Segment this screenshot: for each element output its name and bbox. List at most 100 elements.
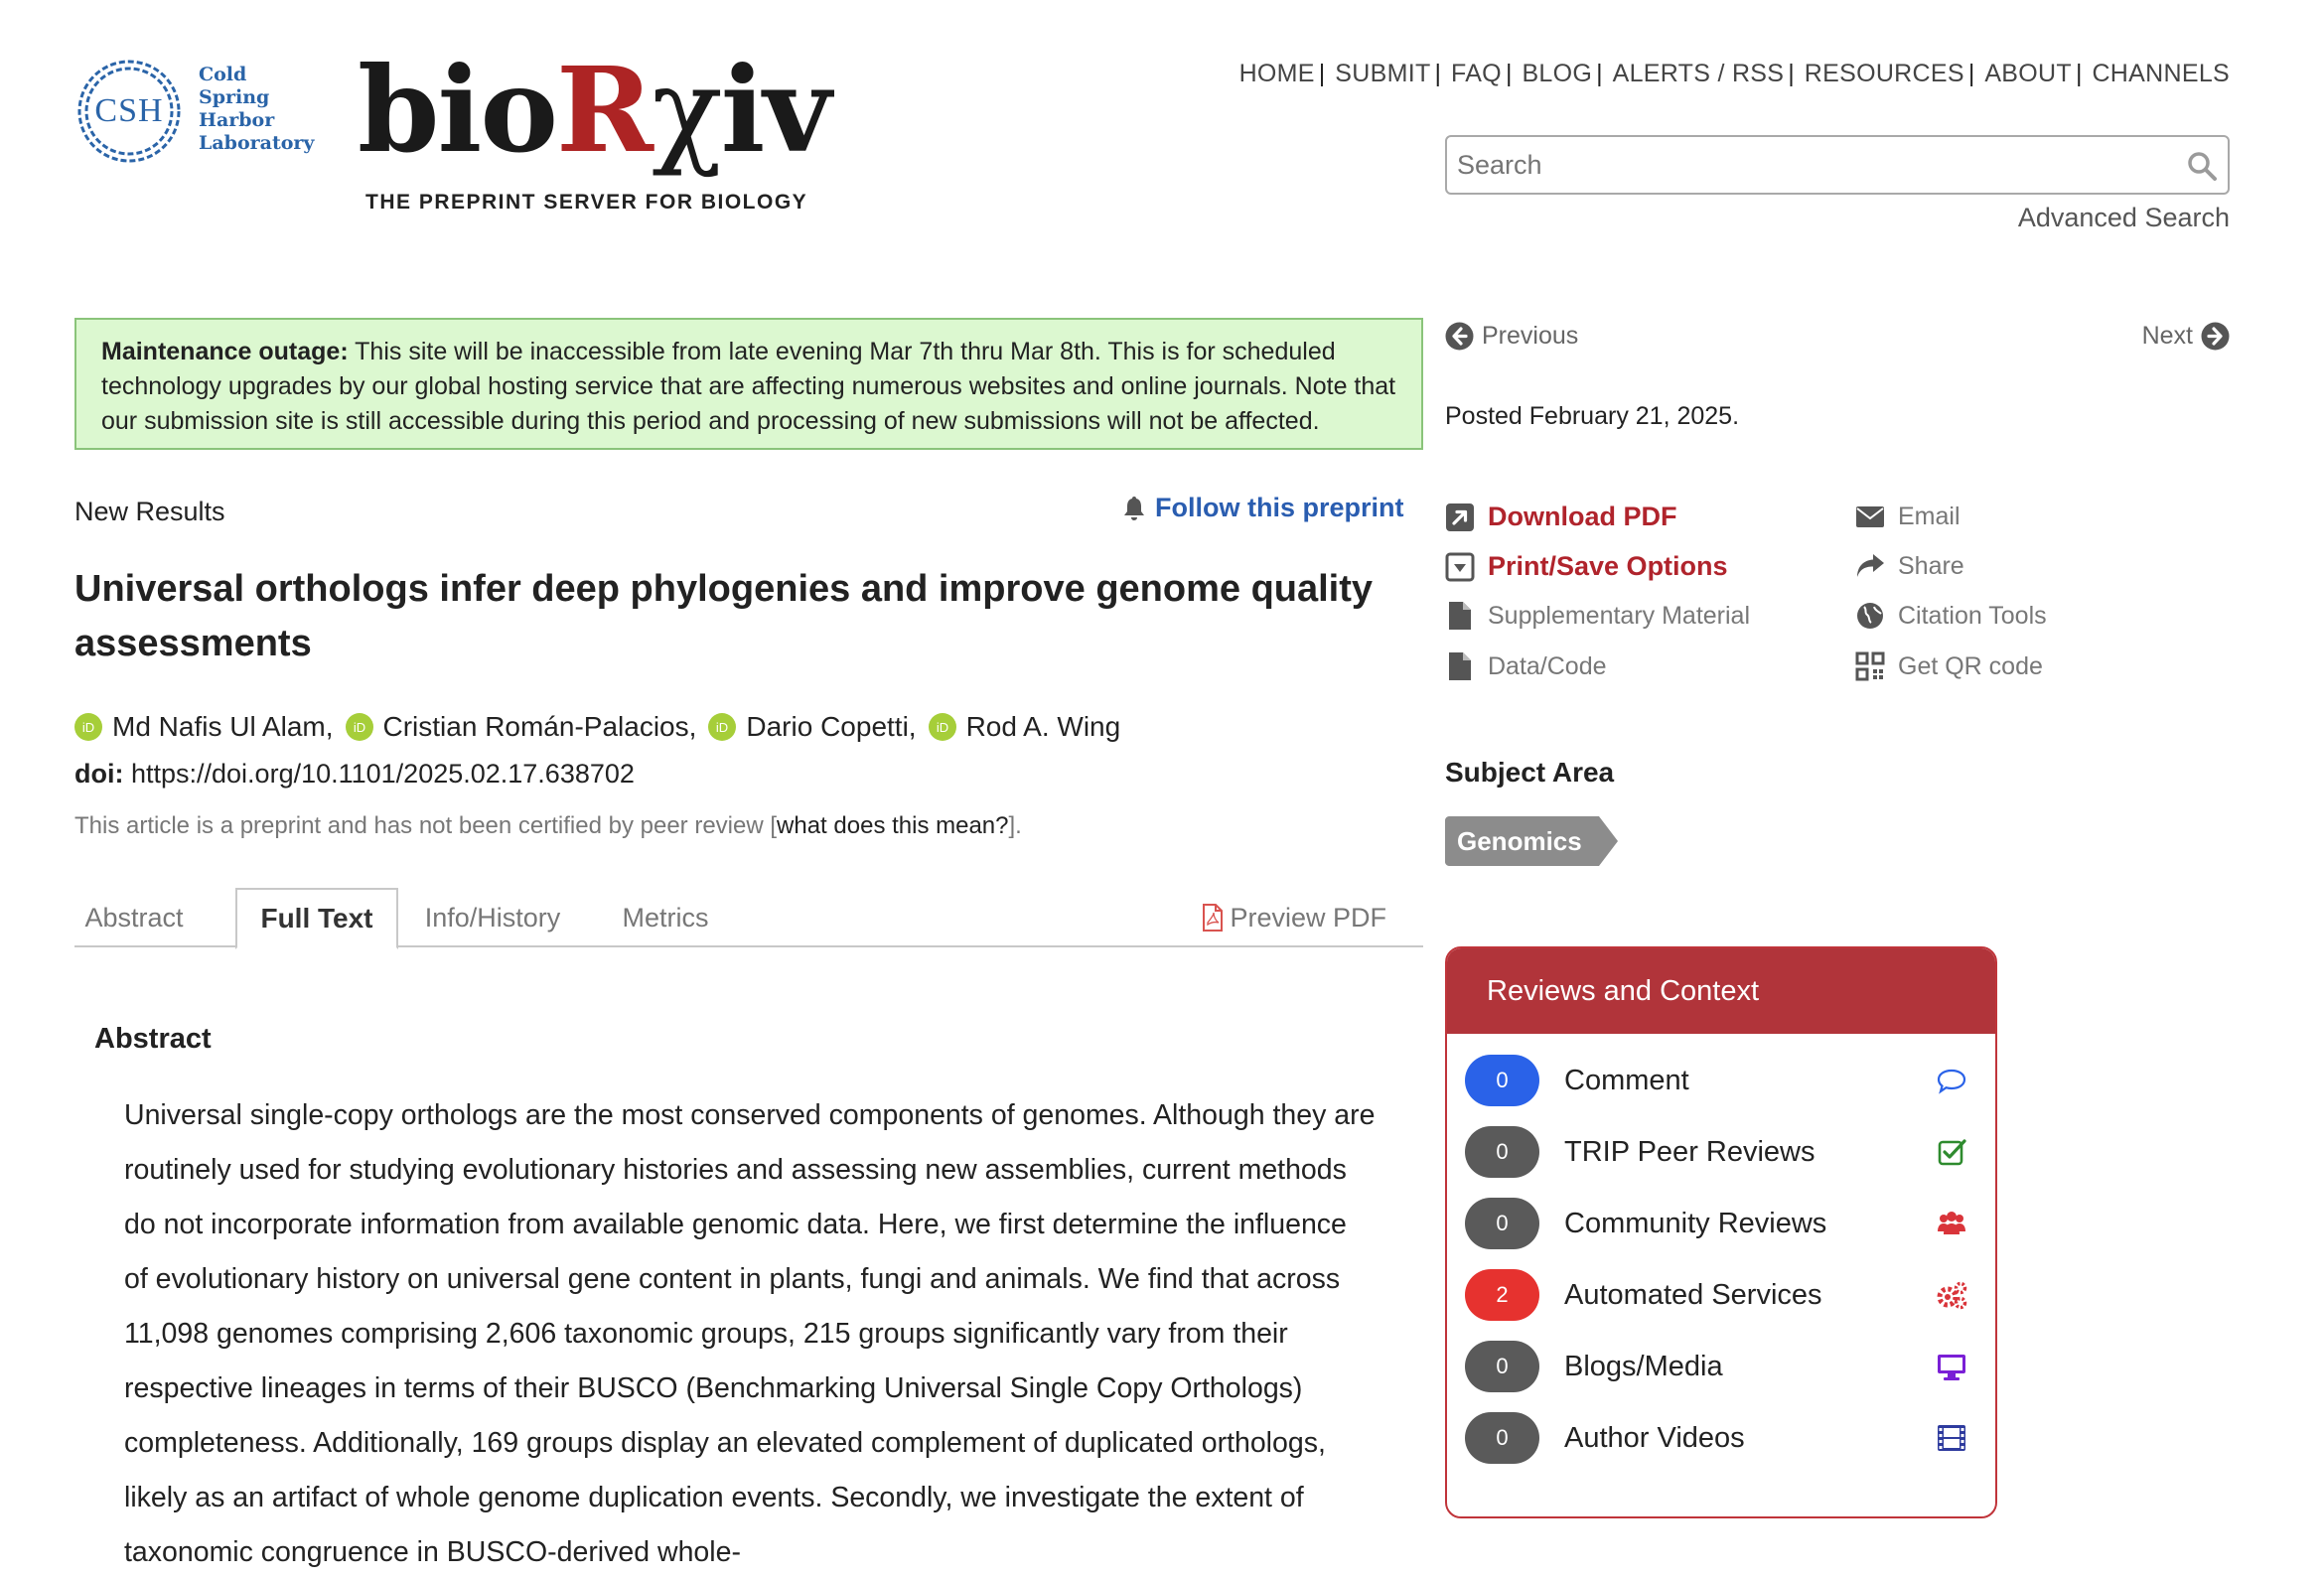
film-icon: [1938, 1425, 1965, 1451]
csh-name: Cold Spring Harbor Laboratory: [199, 64, 315, 154]
globe-icon: [1857, 603, 1883, 629]
nav-about[interactable]: ABOUT: [1984, 60, 2072, 88]
envelope-icon: [1856, 506, 1884, 527]
bell-icon: [1124, 496, 1144, 520]
review-row-automated-services[interactable]: 2 Automated Services: [1447, 1266, 1995, 1324]
subject-area-heading: Subject Area: [1445, 757, 1615, 788]
author-list: iD Md Nafis Ul Alam, iD Cristian Román-P…: [74, 711, 1132, 743]
doi-link[interactable]: https://doi.org/10.1101/2025.02.17.63870…: [123, 759, 635, 789]
orcid-icon[interactable]: iD: [345, 713, 373, 741]
tab-full-text[interactable]: Full Text: [235, 888, 398, 949]
abstract-body: Universal single-copy orthologs are the …: [124, 1099, 1376, 1568]
nav-separator: |: [1596, 60, 1603, 87]
svg-text:iD: iD: [82, 720, 94, 735]
orcid-icon[interactable]: iD: [708, 713, 737, 741]
previous-article-link[interactable]: Previous: [1445, 322, 1578, 351]
orcid-icon[interactable]: iD: [928, 713, 956, 741]
pdf-file-icon: [1203, 904, 1224, 932]
share-link[interactable]: Share: [1855, 551, 1964, 581]
tab-abstract[interactable]: Abstract: [74, 888, 194, 947]
count-badge: 0: [1465, 1341, 1539, 1392]
speech-bubble-icon: [1937, 1069, 1966, 1094]
maintenance-banner: Maintenance outage: This site will be in…: [74, 318, 1423, 450]
data-code-link[interactable]: Data/Code: [1445, 651, 1607, 681]
review-row-label: Author Videos: [1564, 1421, 1745, 1454]
nav-alerts-rss[interactable]: ALERTS / RSS: [1613, 60, 1785, 88]
nav-faq[interactable]: FAQ: [1451, 60, 1502, 88]
review-row-community-reviews[interactable]: 0 Community Reviews: [1447, 1195, 1995, 1252]
citation-tools-link[interactable]: Citation Tools: [1855, 601, 2047, 631]
review-row-comment[interactable]: 0 Comment: [1447, 1052, 1995, 1109]
tab-info-history[interactable]: Info/History: [418, 888, 567, 947]
count-badge: 0: [1465, 1126, 1539, 1178]
email-link[interactable]: Email: [1855, 502, 1961, 531]
nav-separator: |: [1505, 60, 1513, 87]
nav-separator: |: [1788, 60, 1795, 87]
svg-text:iD: iD: [716, 720, 728, 735]
follow-preprint-link[interactable]: Follow this preprint: [1122, 493, 1404, 523]
review-row-trip-peer-reviews[interactable]: 0 TRIP Peer Reviews: [1447, 1123, 1995, 1181]
author-link[interactable]: Md Nafis Ul Alam,: [112, 711, 334, 743]
reviews-panel-title: Reviews and Context: [1447, 948, 1995, 1034]
checkbox-icon: [1938, 1139, 1966, 1166]
count-badge: 2: [1465, 1269, 1539, 1321]
posted-date: Posted February 21, 2025.: [1445, 402, 1740, 430]
caret-square-down-icon: [1445, 552, 1475, 581]
nav-channels[interactable]: CHANNELS: [2092, 60, 2230, 88]
monitor-icon: [1938, 1355, 1965, 1380]
nav-separator: |: [2075, 60, 2083, 87]
preview-pdf-link[interactable]: Preview PDF: [1202, 888, 1386, 947]
top-navigation: HOME | SUBMIT | FAQ | BLOG | ALERTS / RSS | R…: [1239, 60, 2230, 88]
qr-code-link[interactable]: Get QR code: [1855, 651, 2043, 681]
tab-metrics[interactable]: Metrics: [611, 888, 720, 947]
reviews-and-context-panel: Reviews and Context 0 Comment 0 TRIP Pee…: [1445, 946, 1997, 1518]
biorxiv-wordmark: bioRχiv: [358, 41, 831, 179]
arrow-left-circle-icon: [1445, 322, 1474, 351]
author-link[interactable]: Cristian Román-Palacios,: [383, 711, 697, 743]
nav-resources[interactable]: RESOURCES: [1805, 60, 1964, 88]
count-badge: 0: [1465, 1412, 1539, 1464]
count-badge: 0: [1465, 1198, 1539, 1249]
review-row-label: Comment: [1564, 1064, 1689, 1096]
article-title: Universal orthologs infer deep phylogeni…: [74, 568, 1374, 664]
search-icon[interactable]: [2186, 150, 2218, 182]
nav-separator: |: [1318, 60, 1326, 87]
nav-blog[interactable]: BLOG: [1522, 60, 1592, 88]
share-arrow-icon: [1857, 554, 1884, 577]
qr-code-icon: [1855, 651, 1885, 681]
search-box: [1445, 135, 2230, 195]
nav-home[interactable]: HOME: [1239, 60, 1315, 88]
arrow-right-circle-icon: [2201, 322, 2230, 351]
review-row-author-videos[interactable]: 0 Author Videos: [1447, 1409, 1995, 1467]
subject-tag-genomics[interactable]: Genomics: [1445, 816, 1619, 866]
download-pdf-link[interactable]: Download PDF: [1445, 502, 1677, 532]
print-save-options-link[interactable]: Print/Save Options: [1445, 551, 1728, 582]
doi-line: doi: https://doi.org/10.1101/2025.02.17.…: [74, 759, 635, 790]
doi-label: doi:: [74, 759, 124, 789]
search-input[interactable]: [1457, 145, 2152, 185]
next-article-link[interactable]: Next: [2142, 322, 2230, 351]
biorxiv-tagline: THE PREPRINT SERVER FOR BIOLOGY: [365, 191, 808, 214]
review-row-label: Blogs/Media: [1564, 1350, 1723, 1382]
what-does-this-mean-link[interactable]: what does this mean?: [777, 812, 1008, 839]
nav-separator: |: [1434, 60, 1442, 87]
review-row-label: Community Reviews: [1564, 1207, 1827, 1239]
gears-icon: [1937, 1281, 1967, 1310]
article-type: New Results: [74, 497, 225, 526]
file-icon: [1449, 602, 1471, 630]
nav-separator: |: [1967, 60, 1975, 87]
csh-logo[interactable]: CSH Cold Spring Harbor Laboratory: [73, 56, 315, 167]
orcid-icon[interactable]: iD: [74, 713, 102, 741]
review-row-label: Automated Services: [1564, 1278, 1822, 1311]
biorxiv-logo[interactable]: bioRχiv THE PREPRINT SERVER FOR BIOLOGY: [358, 52, 831, 220]
maintenance-label: Maintenance outage:: [101, 338, 349, 365]
author-link[interactable]: Dario Copetti,: [746, 711, 916, 743]
author-link[interactable]: Rod A. Wing: [966, 711, 1121, 743]
file-icon: [1449, 652, 1471, 680]
nav-submit[interactable]: SUBMIT: [1335, 60, 1430, 88]
csh-abbr: CSH: [94, 92, 164, 129]
advanced-search-link[interactable]: Advanced Search: [2018, 203, 2230, 233]
svg-text:iD: iD: [353, 720, 364, 735]
review-row-blogs-media[interactable]: 0 Blogs/Media: [1447, 1338, 1995, 1395]
supplementary-material-link[interactable]: Supplementary Material: [1445, 601, 1750, 631]
